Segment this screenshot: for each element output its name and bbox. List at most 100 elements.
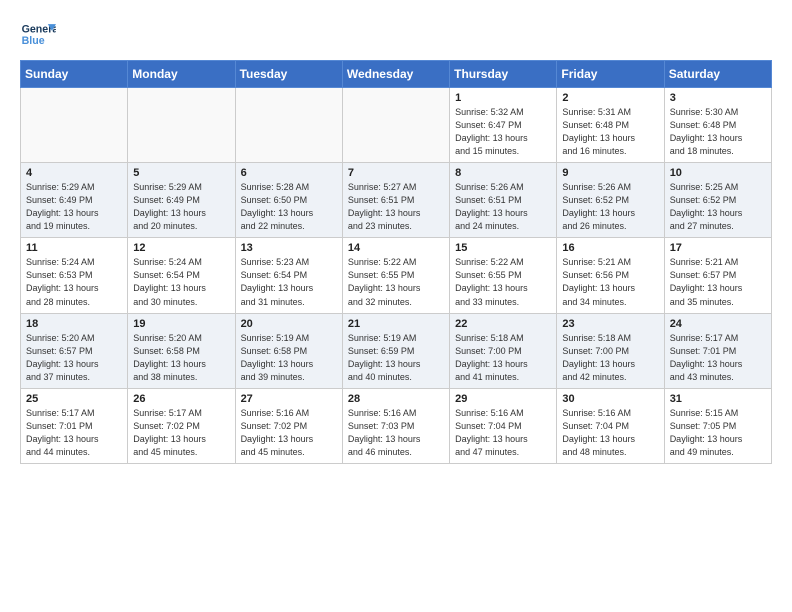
calendar-cell: 12Sunrise: 5:24 AMSunset: 6:54 PMDayligh…: [128, 238, 235, 313]
day-info: Sunrise: 5:20 AMSunset: 6:57 PMDaylight:…: [26, 332, 122, 384]
weekday-header-wednesday: Wednesday: [342, 61, 449, 88]
day-number: 24: [670, 318, 766, 330]
day-info: Sunrise: 5:22 AMSunset: 6:55 PMDaylight:…: [455, 256, 551, 308]
calendar-cell: 1 Sunrise: 5:32 AMSunset: 6:47 PMDaylight…: [450, 88, 557, 163]
day-info: Sunrise: 5:15 AMSunset: 7:05 PMDaylight:…: [670, 407, 766, 459]
calendar-cell: 2 Sunrise: 5:31 AMSunset: 6:48 PMDaylight…: [557, 88, 664, 163]
calendar-cell: 3 Sunrise: 5:30 AMSunset: 6:48 PMDaylight…: [664, 88, 771, 163]
day-info: Sunrise: 5:23 AMSunset: 6:54 PMDaylight:…: [241, 256, 337, 308]
day-number: 26: [133, 393, 229, 405]
svg-text:Blue: Blue: [22, 35, 45, 47]
day-number: 22: [455, 318, 551, 330]
weekday-header-sunday: Sunday: [21, 61, 128, 88]
calendar-cell: 7Sunrise: 5:27 AMSunset: 6:51 PMDaylight…: [342, 163, 449, 238]
weekday-header-saturday: Saturday: [664, 61, 771, 88]
day-info: Sunrise: 5:22 AMSunset: 6:55 PMDaylight:…: [348, 256, 444, 308]
day-info: Sunrise: 5:25 AMSunset: 6:52 PMDaylight:…: [670, 181, 766, 233]
day-number: 3: [670, 92, 766, 104]
day-number: 8: [455, 167, 551, 179]
day-info: Sunrise: 5:17 AMSunset: 7:01 PMDaylight:…: [670, 332, 766, 384]
day-info: Sunrise: 5:21 AMSunset: 6:56 PMDaylight:…: [562, 256, 658, 308]
day-number: 4: [26, 167, 122, 179]
calendar-cell: 19 Sunrise: 5:20 AMSunset: 6:58 PMDayligh…: [128, 313, 235, 388]
day-info: Sunrise: 5:24 AMSunset: 6:54 PMDaylight:…: [133, 256, 229, 308]
day-info: Sunrise: 5:16 AMSunset: 7:02 PMDaylight:…: [241, 407, 337, 459]
day-number: 18: [26, 318, 122, 330]
day-info: Sunrise: 5:21 AMSunset: 6:57 PMDaylight:…: [670, 256, 766, 308]
day-number: 20: [241, 318, 337, 330]
day-info: Sunrise: 5:26 AMSunset: 6:52 PMDaylight:…: [562, 181, 658, 233]
day-number: 15: [455, 242, 551, 254]
day-info: Sunrise: 5:19 AMSunset: 6:59 PMDaylight:…: [348, 332, 444, 384]
day-number: 11: [26, 242, 122, 254]
day-number: 28: [348, 393, 444, 405]
weekday-header-friday: Friday: [557, 61, 664, 88]
calendar-cell: 29 Sunrise: 5:16 AMSunset: 7:04 PMDayligh…: [450, 388, 557, 463]
day-info: Sunrise: 5:24 AMSunset: 6:53 PMDaylight:…: [26, 256, 122, 308]
calendar-cell: 4 Sunrise: 5:29 AMSunset: 6:49 PMDaylight…: [21, 163, 128, 238]
day-number: 30: [562, 393, 658, 405]
week-row-1: 1 Sunrise: 5:32 AMSunset: 6:47 PMDaylight…: [21, 88, 772, 163]
page: General Blue SundayMondayTuesdayWednesda…: [0, 0, 792, 480]
day-info: Sunrise: 5:17 AMSunset: 7:01 PMDaylight:…: [26, 407, 122, 459]
calendar-cell: [21, 88, 128, 163]
day-number: 31: [670, 393, 766, 405]
day-info: Sunrise: 5:18 AMSunset: 7:00 PMDaylight:…: [455, 332, 551, 384]
calendar-cell: 14Sunrise: 5:22 AMSunset: 6:55 PMDayligh…: [342, 238, 449, 313]
calendar-cell: 9 Sunrise: 5:26 AMSunset: 6:52 PMDaylight…: [557, 163, 664, 238]
calendar-cell: [235, 88, 342, 163]
week-row-3: 11 Sunrise: 5:24 AMSunset: 6:53 PMDayligh…: [21, 238, 772, 313]
day-number: 23: [562, 318, 658, 330]
weekday-header-monday: Monday: [128, 61, 235, 88]
calendar-cell: 23 Sunrise: 5:18 AMSunset: 7:00 PMDayligh…: [557, 313, 664, 388]
day-number: 16: [562, 242, 658, 254]
weekday-header-thursday: Thursday: [450, 61, 557, 88]
logo-icon: General Blue: [20, 16, 56, 52]
calendar-cell: 20 Sunrise: 5:19 AMSunset: 6:58 PMDayligh…: [235, 313, 342, 388]
calendar-cell: 8 Sunrise: 5:26 AMSunset: 6:51 PMDaylight…: [450, 163, 557, 238]
calendar-cell: 11 Sunrise: 5:24 AMSunset: 6:53 PMDayligh…: [21, 238, 128, 313]
day-number: 6: [241, 167, 337, 179]
day-info: Sunrise: 5:29 AMSunset: 6:49 PMDaylight:…: [26, 181, 122, 233]
day-info: Sunrise: 5:20 AMSunset: 6:58 PMDaylight:…: [133, 332, 229, 384]
day-number: 9: [562, 167, 658, 179]
calendar-cell: 21 Sunrise: 5:19 AMSunset: 6:59 PMDayligh…: [342, 313, 449, 388]
calendar-cell: 25Sunrise: 5:17 AMSunset: 7:01 PMDayligh…: [21, 388, 128, 463]
calendar-cell: 22 Sunrise: 5:18 AMSunset: 7:00 PMDayligh…: [450, 313, 557, 388]
calendar-cell: 24 Sunrise: 5:17 AMSunset: 7:01 PMDayligh…: [664, 313, 771, 388]
calendar-cell: 13Sunrise: 5:23 AMSunset: 6:54 PMDayligh…: [235, 238, 342, 313]
day-info: Sunrise: 5:17 AMSunset: 7:02 PMDaylight:…: [133, 407, 229, 459]
calendar-cell: 26 Sunrise: 5:17 AMSunset: 7:02 PMDayligh…: [128, 388, 235, 463]
day-info: Sunrise: 5:18 AMSunset: 7:00 PMDaylight:…: [562, 332, 658, 384]
day-info: Sunrise: 5:16 AMSunset: 7:03 PMDaylight:…: [348, 407, 444, 459]
week-row-5: 25Sunrise: 5:17 AMSunset: 7:01 PMDayligh…: [21, 388, 772, 463]
day-number: 2: [562, 92, 658, 104]
calendar: SundayMondayTuesdayWednesdayThursdayFrid…: [20, 60, 772, 464]
calendar-cell: [128, 88, 235, 163]
day-number: 1: [455, 92, 551, 104]
calendar-cell: 28 Sunrise: 5:16 AMSunset: 7:03 PMDayligh…: [342, 388, 449, 463]
day-info: Sunrise: 5:29 AMSunset: 6:49 PMDaylight:…: [133, 181, 229, 233]
calendar-cell: 17 Sunrise: 5:21 AMSunset: 6:57 PMDayligh…: [664, 238, 771, 313]
calendar-cell: 16 Sunrise: 5:21 AMSunset: 6:56 PMDayligh…: [557, 238, 664, 313]
calendar-cell: 15 Sunrise: 5:22 AMSunset: 6:55 PMDayligh…: [450, 238, 557, 313]
day-number: 17: [670, 242, 766, 254]
day-info: Sunrise: 5:32 AMSunset: 6:47 PMDaylight:…: [455, 106, 551, 158]
day-info: Sunrise: 5:31 AMSunset: 6:48 PMDaylight:…: [562, 106, 658, 158]
day-number: 29: [455, 393, 551, 405]
week-row-4: 18 Sunrise: 5:20 AMSunset: 6:57 PMDayligh…: [21, 313, 772, 388]
day-info: Sunrise: 5:19 AMSunset: 6:58 PMDaylight:…: [241, 332, 337, 384]
day-info: Sunrise: 5:26 AMSunset: 6:51 PMDaylight:…: [455, 181, 551, 233]
week-row-2: 4 Sunrise: 5:29 AMSunset: 6:49 PMDaylight…: [21, 163, 772, 238]
day-number: 19: [133, 318, 229, 330]
calendar-cell: 6Sunrise: 5:28 AMSunset: 6:50 PMDaylight…: [235, 163, 342, 238]
day-info: Sunrise: 5:30 AMSunset: 6:48 PMDaylight:…: [670, 106, 766, 158]
day-info: Sunrise: 5:16 AMSunset: 7:04 PMDaylight:…: [562, 407, 658, 459]
day-number: 5: [133, 167, 229, 179]
day-number: 27: [241, 393, 337, 405]
calendar-cell: 31 Sunrise: 5:15 AMSunset: 7:05 PMDayligh…: [664, 388, 771, 463]
day-number: 21: [348, 318, 444, 330]
calendar-cell: [342, 88, 449, 163]
day-info: Sunrise: 5:16 AMSunset: 7:04 PMDaylight:…: [455, 407, 551, 459]
weekday-header-tuesday: Tuesday: [235, 61, 342, 88]
